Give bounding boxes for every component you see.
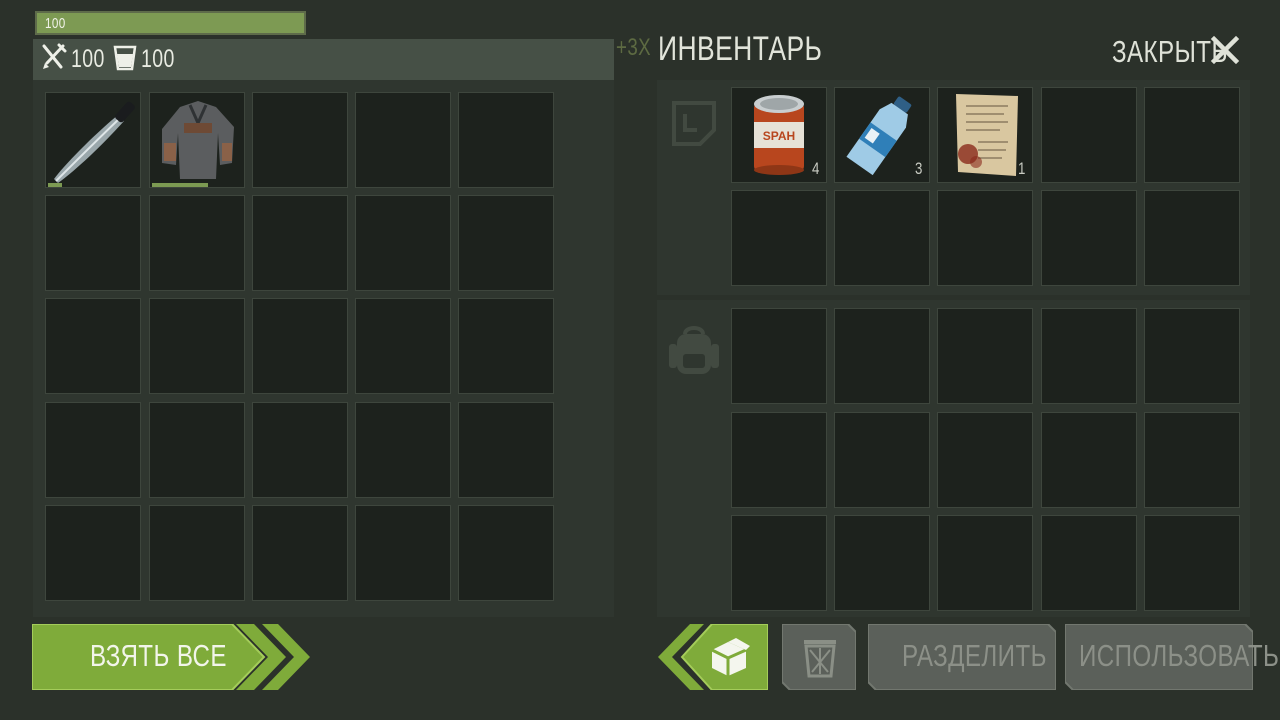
loot-slot[interactable] [458,92,554,188]
durability-bar [48,183,62,187]
loot-slot[interactable] [458,402,554,498]
loot-slot[interactable] [45,505,141,601]
loot-slot[interactable] [252,195,348,291]
backpack-slot[interactable] [1144,308,1240,404]
health-value: 100 [45,15,66,32]
close-label: ЗАКРЫТЬ [1112,34,1228,69]
water-value: 100 [141,44,175,73]
pocket-slot[interactable] [1144,87,1240,183]
backpack-slot[interactable] [731,308,827,404]
backpack-slot[interactable] [731,412,827,508]
loot-slot[interactable] [355,505,451,601]
item-count: 4 [812,159,820,178]
loot-slot[interactable] [355,298,451,394]
pocket-slot[interactable] [937,190,1033,286]
loot-slot[interactable] [252,402,348,498]
use-label: ИСПОЛЬЗОВАТЬ [1079,638,1280,673]
loot-slot[interactable] [458,195,554,291]
backpack-slot[interactable] [1144,515,1240,611]
backpack-slot[interactable] [937,515,1033,611]
loot-slot[interactable] [355,92,451,188]
xp-gain-text: +3XP [616,34,651,61]
backpack-slot[interactable] [1041,308,1137,404]
take-all-button[interactable]: ВЗЯТЬ ВСЕ [32,624,312,690]
item-count: 1 [1018,159,1026,178]
pocket-slot[interactable] [834,190,930,286]
loot-slot[interactable] [149,402,245,498]
transfer-button[interactable] [656,624,768,690]
fork-knife-icon [41,43,67,76]
loot-slot[interactable] [149,505,245,601]
loot-slot[interactable] [458,505,554,601]
take-all-label: ВЗЯТЬ ВСЕ [90,638,227,673]
food-stat: 100 [41,43,114,76]
pocket-slot[interactable] [1041,87,1137,183]
loot-panel [33,80,614,617]
box-icon [706,636,752,683]
loot-slot[interactable] [149,195,245,291]
loot-slot[interactable] [45,92,141,188]
backpack-slot[interactable] [834,308,930,404]
loot-slot[interactable] [355,195,451,291]
close-button[interactable]: ЗАКРЫТЬ [1112,32,1240,72]
pocket-slot[interactable]: SPAH 4 [731,87,827,183]
pocket-slot[interactable] [731,190,827,286]
loot-slot[interactable] [45,298,141,394]
loot-slot[interactable] [45,402,141,498]
water-stat: 100 [113,44,184,74]
stats-bar: 100 100 [33,39,614,80]
pockets-panel: SPAH 4 3 1 [657,80,1250,295]
backpack-slot[interactable] [834,412,930,508]
pocket-slot[interactable] [1144,190,1240,286]
backpack-slot[interactable] [937,412,1033,508]
backpack-panel [657,300,1250,617]
split-button[interactable]: РАЗДЕЛИТЬ [868,624,1056,690]
backpack-slot[interactable] [1041,515,1137,611]
loot-slot[interactable] [252,92,348,188]
item-count: 3 [915,159,923,178]
backpack-icon [667,324,721,383]
food-value: 100 [71,44,105,73]
trash-icon [800,636,840,683]
health-bar-fill [37,13,304,33]
backpack-slot[interactable] [937,308,1033,404]
loot-slot[interactable] [149,298,245,394]
backpack-slot[interactable] [1041,412,1137,508]
loot-slot[interactable] [252,298,348,394]
backpack-slot[interactable] [1144,412,1240,508]
loot-slot[interactable] [252,505,348,601]
loot-slot[interactable] [45,195,141,291]
loot-slot[interactable] [355,402,451,498]
pocket-slot[interactable]: 1 [937,87,1033,183]
pocket-slot[interactable]: 3 [834,87,930,183]
svg-text:SPAH: SPAH [763,129,795,143]
use-button[interactable]: ИСПОЛЬЗОВАТЬ [1065,624,1279,690]
pocket-icon [671,100,717,151]
trash-button[interactable] [782,624,856,690]
inventory-title: ИНВЕНТАРЬ [658,30,823,68]
pocket-slot[interactable] [1041,190,1137,286]
health-bar: 100 [35,11,306,35]
loot-slot[interactable] [149,92,245,188]
backpack-slot[interactable] [731,515,827,611]
cup-icon [113,43,137,76]
backpack-slot[interactable] [834,515,930,611]
durability-bar [152,183,208,187]
split-label: РАЗДЕЛИТЬ [902,638,1047,673]
loot-slot[interactable] [458,298,554,394]
